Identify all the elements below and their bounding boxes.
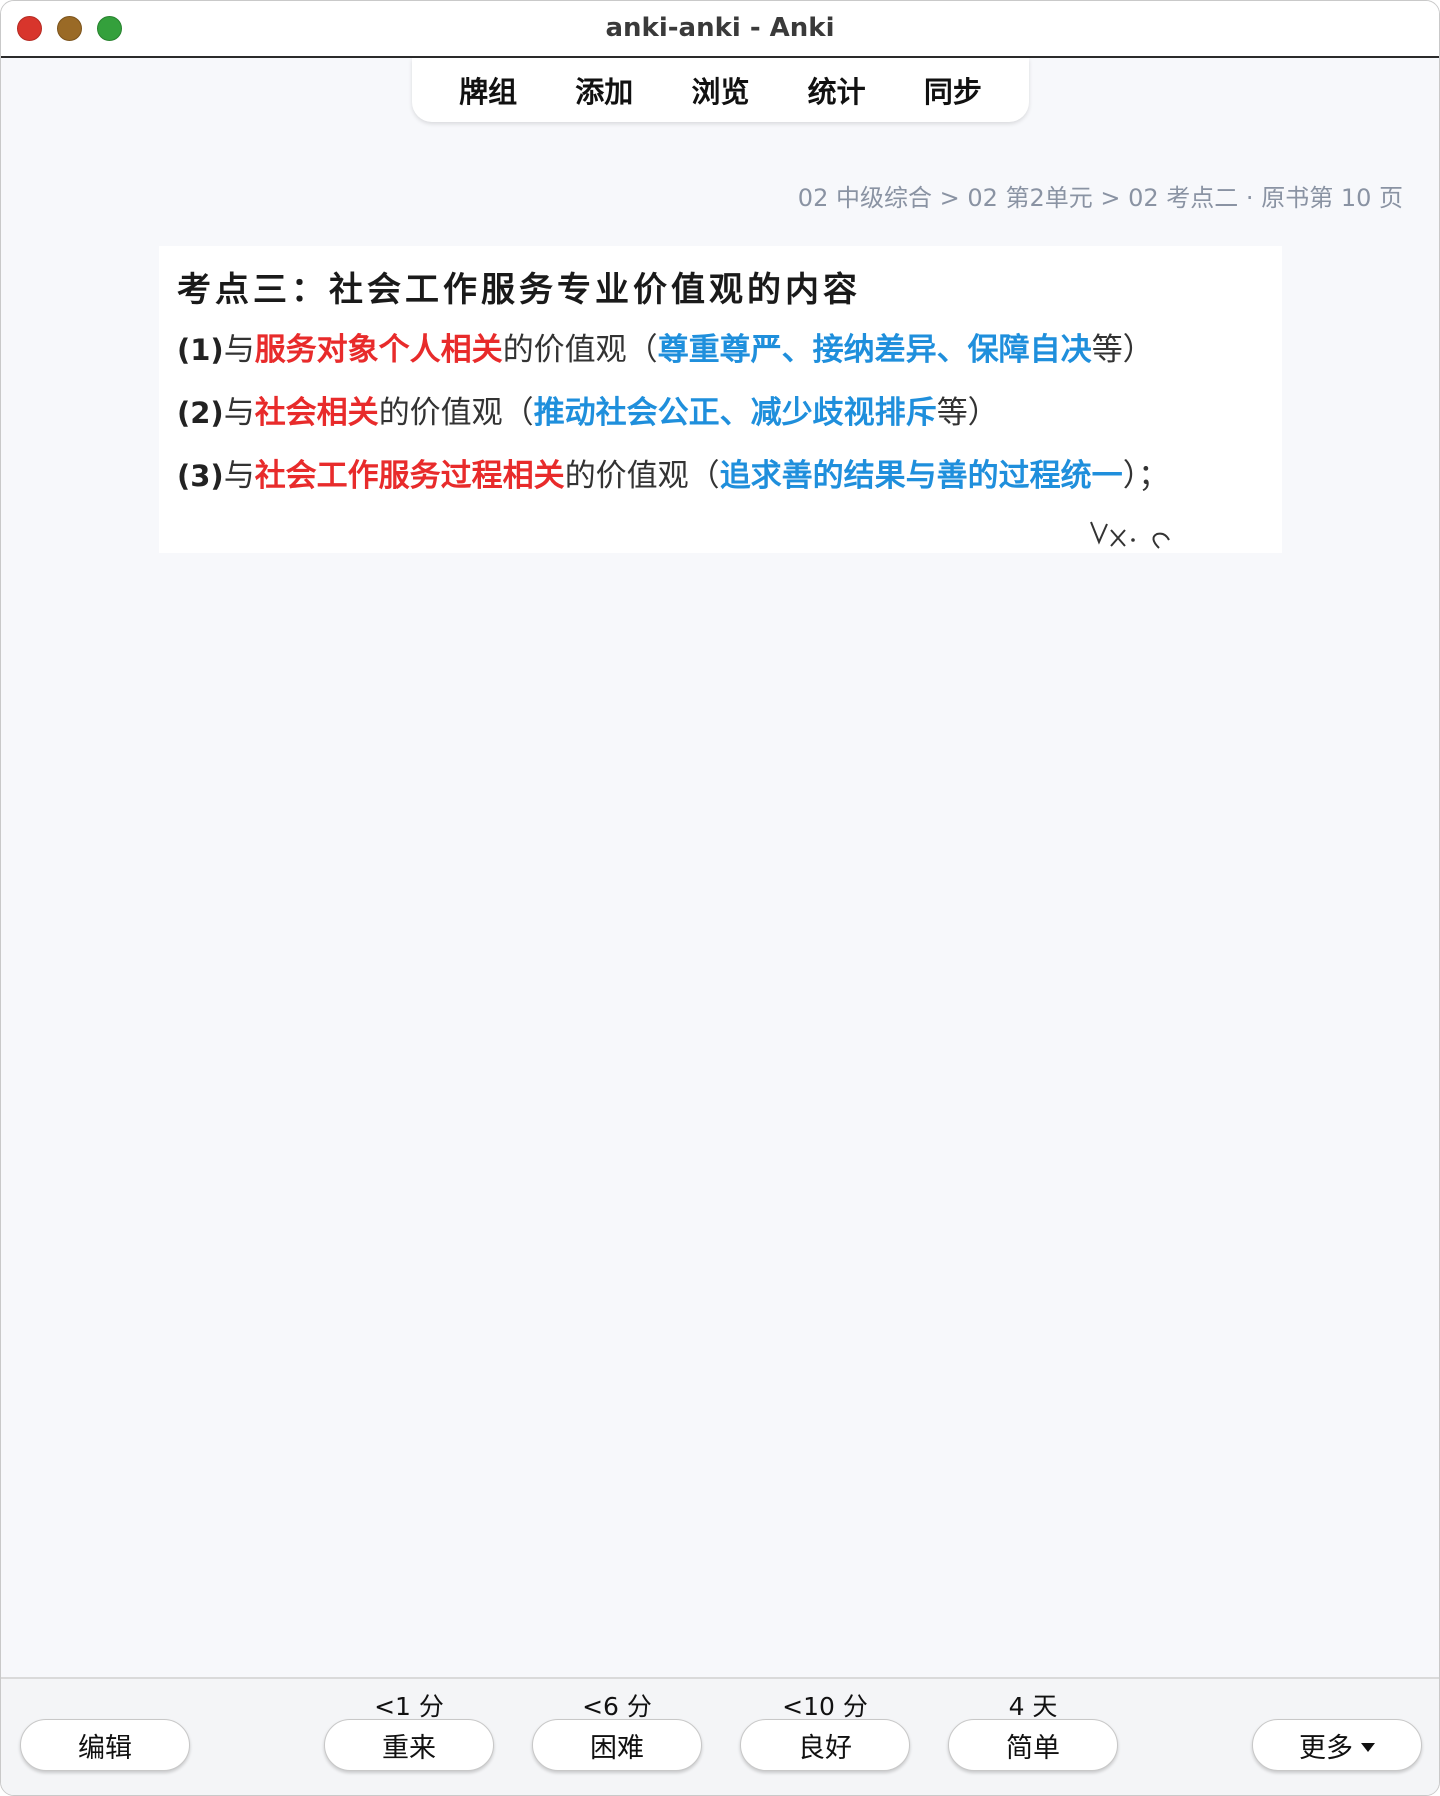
anki-window: anki-anki - Anki 牌组 添加 浏览 统计 同步 02 中级综合 …	[0, 0, 1440, 1796]
hard-button[interactable]: 困难	[532, 1719, 702, 1771]
line-text: 与	[223, 395, 255, 431]
card-title: 考点三：社会工作服务专业价值观的内容	[177, 270, 861, 310]
interval-again: <1 分	[374, 1692, 444, 1721]
good-button[interactable]: 良好	[740, 1719, 910, 1771]
more-label: 更多	[1299, 1732, 1353, 1764]
line-text: 等）	[936, 395, 999, 431]
line-highlight-red: 服务对象个人相关	[254, 332, 503, 368]
toolbar-sync[interactable]: 同步	[924, 69, 982, 111]
handwritten-watermark	[1089, 518, 1179, 553]
window-title: anki-anki - Anki	[605, 13, 835, 43]
line-number: (2)	[177, 396, 224, 430]
card-line-1: (1)与服务对象个人相关的价值观（尊重尊严、接纳差异、保障自决等）	[177, 324, 1154, 369]
deck-breadcrumb: 02 中级综合 > 02 第2单元 > 02 考点二 · 原书第 10 页	[797, 184, 1403, 212]
line-highlight-red: 社会相关	[254, 395, 379, 431]
card-line-3: (3)与社会工作服务过程相关的价值观（追求善的结果与善的过程统一）；	[177, 450, 1169, 495]
line-text: 等）	[1091, 332, 1154, 368]
toolbar-add[interactable]: 添加	[575, 69, 633, 111]
caret-down-icon	[1361, 1742, 1375, 1752]
more-button[interactable]: 更多	[1252, 1719, 1422, 1771]
interval-hard: <6 分	[582, 1692, 652, 1721]
edit-button[interactable]: 编辑	[20, 1719, 190, 1771]
toolbar-decks[interactable]: 牌组	[459, 69, 517, 111]
line-text: 与	[223, 332, 255, 368]
line-text: 的价值观（	[378, 395, 534, 431]
line-highlight-blue: 追求善的结果与善的过程统一	[719, 458, 1123, 494]
line-number: (1)	[177, 333, 224, 367]
again-button[interactable]: 重来	[324, 1719, 494, 1771]
line-highlight-red: 社会工作服务过程相关	[254, 458, 565, 494]
easy-button[interactable]: 简单	[948, 1719, 1118, 1771]
card-line-2: (2)与社会相关的价值观（推动社会公正、减少歧视排斥等）	[177, 387, 999, 432]
card-image: 考点三：社会工作服务专业价值观的内容 (1)与服务对象个人相关的价值观（尊重尊严…	[159, 246, 1282, 553]
toolbar-browse[interactable]: 浏览	[691, 69, 749, 111]
line-highlight-blue: 尊重尊严、接纳差异、保障自决	[657, 332, 1092, 368]
line-text: ）；	[1122, 458, 1170, 494]
line-text: 的价值观（	[502, 332, 658, 368]
line-text: 的价值观（	[564, 458, 720, 494]
line-number: (3)	[177, 459, 224, 493]
toolbar-stats[interactable]: 统计	[808, 69, 866, 111]
interval-good: <10 分	[782, 1692, 868, 1721]
interval-easy: 4 天	[1008, 1692, 1058, 1721]
line-text: 与	[223, 458, 255, 494]
main-toolbar: 牌组 添加 浏览 统计 同步	[412, 58, 1029, 122]
title-bar: anki-anki - Anki	[1, 1, 1439, 58]
line-highlight-blue: 推动社会公正、减少歧视排斥	[533, 395, 937, 431]
answer-bar: 编辑 <1 分 重来 <6 分 困难 <10 分 良好 4 天 简单 更多	[1, 1677, 1439, 1795]
